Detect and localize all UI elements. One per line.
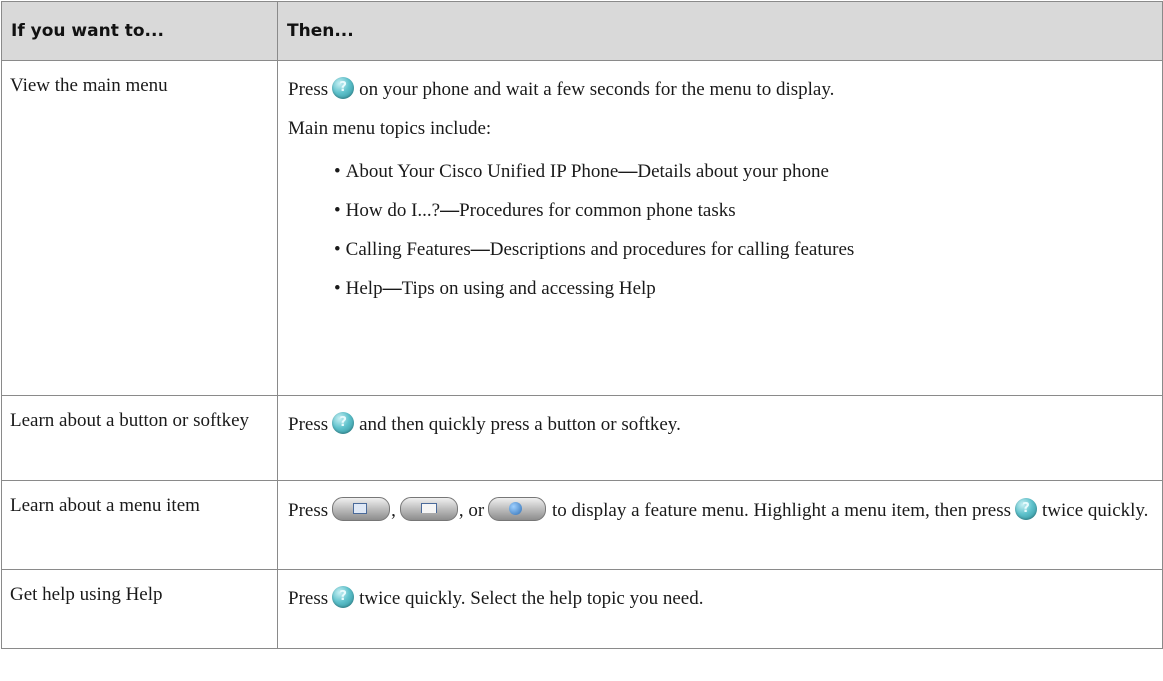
task-label: View the main menu bbox=[10, 75, 168, 96]
services-button-icon bbox=[332, 497, 391, 521]
table-row: Learn about a menu item Press,, or to di… bbox=[1, 480, 1163, 570]
task-label: Learn about a menu item bbox=[10, 495, 200, 516]
task-cell: Learn about a menu item bbox=[1, 480, 278, 570]
help-button-icon bbox=[1015, 498, 1038, 520]
table-row: View the main menu Presson your phone an… bbox=[1, 60, 1163, 396]
header-if-you-want-to: If you want to... bbox=[1, 1, 278, 61]
instruction-cell: Press,, or to display a feature menu. Hi… bbox=[277, 480, 1163, 570]
directories-button-icon bbox=[399, 497, 458, 521]
task-label: Get help using Help bbox=[10, 584, 163, 605]
task-cell: View the main menu bbox=[1, 60, 278, 396]
settings-button-icon bbox=[488, 497, 547, 521]
help-button-icon bbox=[332, 77, 355, 99]
topics-list: About Your Cisco Unified IP Phone—Detail… bbox=[288, 160, 1152, 300]
table-row: Get help using Help Presstwice quickly. … bbox=[1, 569, 1163, 649]
instruction-cell: Presstwice quickly. Select the help topi… bbox=[277, 569, 1163, 649]
help-button-icon bbox=[332, 586, 355, 608]
instruction-paragraph: Presson your phone and wait a few second… bbox=[288, 77, 1152, 101]
list-item: About Your Cisco Unified IP Phone—Detail… bbox=[334, 160, 1152, 183]
task-label: Learn about a button or softkey bbox=[10, 410, 250, 431]
topics-intro: Main menu topics include: bbox=[288, 118, 492, 139]
instruction-cell: Pressand then quickly press a button or … bbox=[277, 395, 1163, 481]
header-then: Then... bbox=[277, 1, 1163, 61]
help-usage-table: If you want to... Then... View the main … bbox=[1, 1, 1163, 649]
list-item: Calling Features—Descriptions and proced… bbox=[334, 238, 1152, 261]
list-item: Help—Tips on using and accessing Help bbox=[334, 277, 1152, 300]
task-cell: Learn about a button or softkey bbox=[1, 395, 278, 481]
instruction-cell: Presson your phone and wait a few second… bbox=[277, 60, 1163, 396]
task-cell: Get help using Help bbox=[1, 569, 278, 649]
table-header-row: If you want to... Then... bbox=[1, 1, 1163, 61]
help-button-icon bbox=[332, 412, 355, 434]
table-row: Learn about a button or softkey Pressand… bbox=[1, 395, 1163, 481]
list-item: How do I...?—Procedures for common phone… bbox=[334, 199, 1152, 222]
